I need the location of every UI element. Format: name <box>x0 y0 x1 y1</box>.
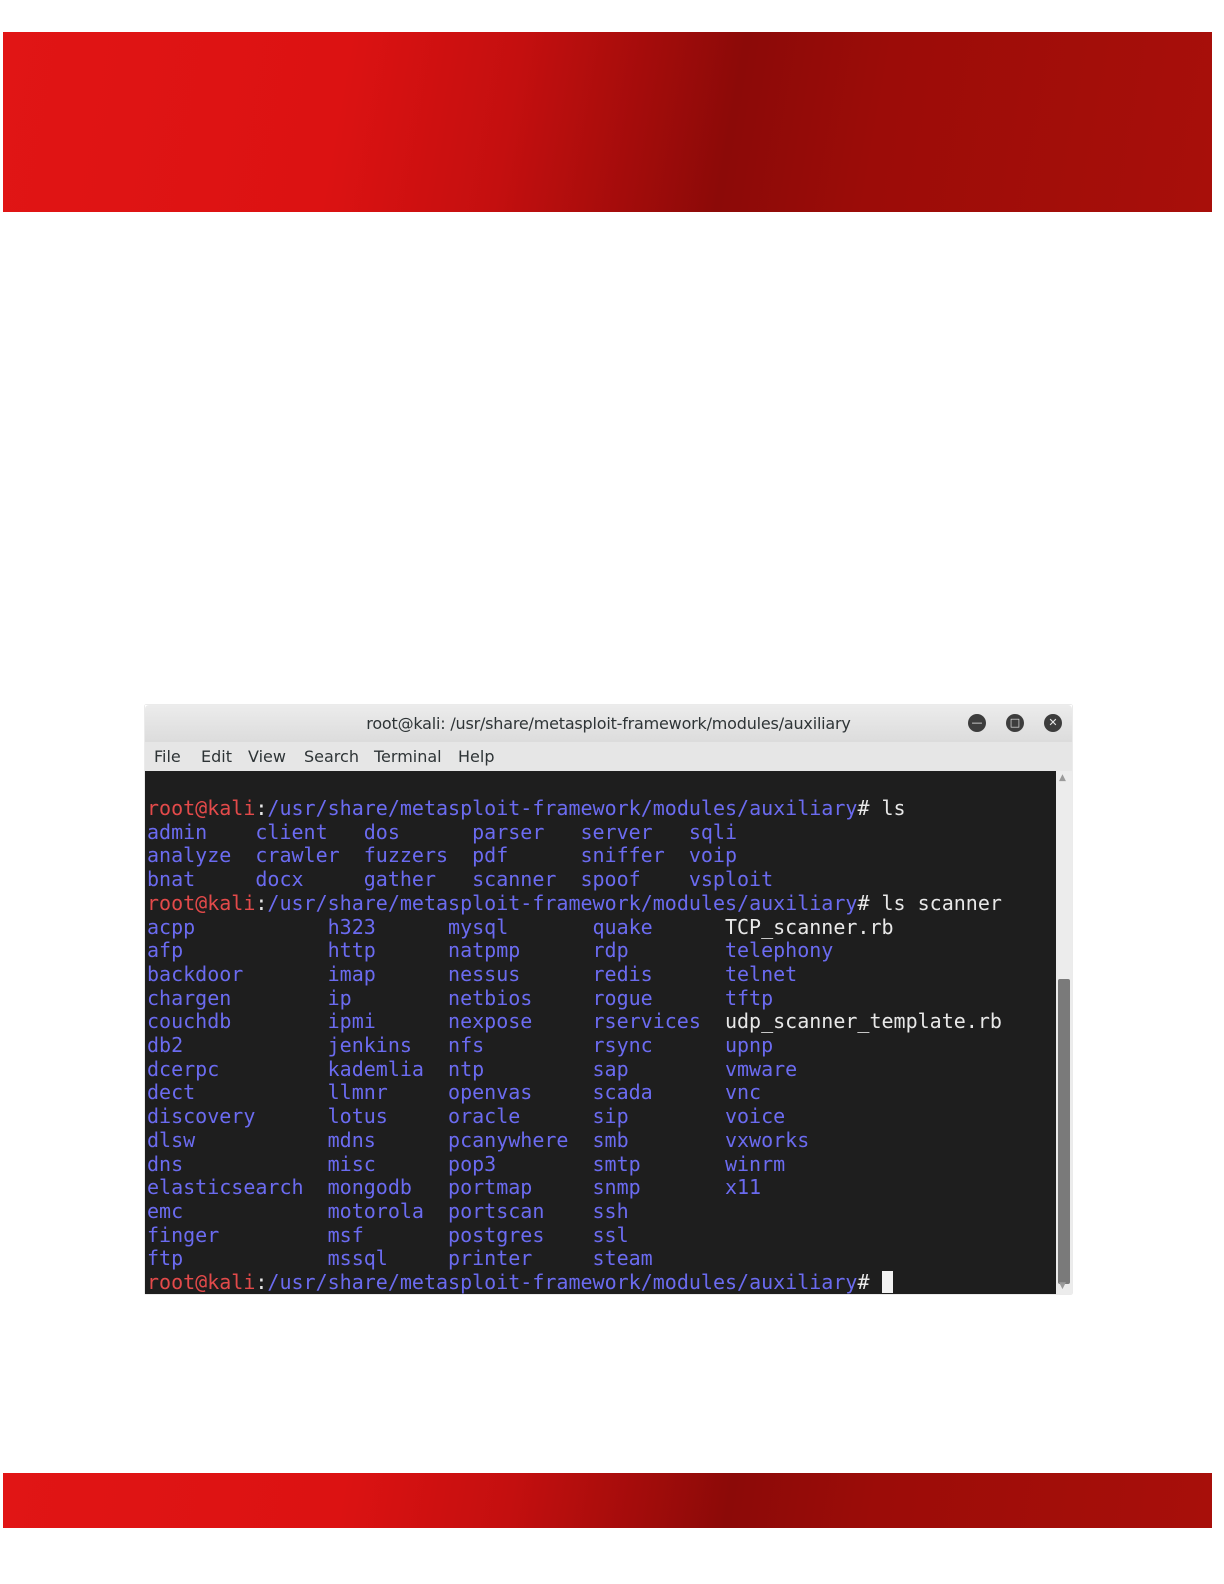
terminal-line: ftp mssql printer steam <box>147 1246 653 1270</box>
output-text: # ls <box>857 796 906 820</box>
terminal-line: couchdb ipmi nexpose rservices udp_scann… <box>147 1009 1002 1033</box>
directory-entry: dcerpc kademlia ntp sap vmware <box>147 1056 798 1081</box>
output-text: TCP_scanner.rb <box>724 914 894 939</box>
directory-entry: afp http natpmp rdp telephony <box>147 938 834 963</box>
terminal-line: bnat docx gather scanner spoof vsploit <box>147 867 773 891</box>
directory-entry: couchdb ipmi nexpose rservices <box>147 1009 725 1034</box>
terminal-line: dlsw mdns pcanywhere smb vxworks <box>147 1128 809 1152</box>
directory-entry: elasticsearch mongodb portmap snmp x11 <box>147 1175 762 1200</box>
terminal-line: dns misc pop3 smtp winrm <box>147 1152 785 1176</box>
footer-banner <box>3 1473 1212 1528</box>
terminal-window[interactable]: root@kali: /usr/share/metasploit-framewo… <box>145 705 1072 1294</box>
terminal-line: root@kali:/usr/share/metasploit-framewor… <box>147 796 906 820</box>
output-text: # ls scanner <box>857 890 1002 915</box>
menu-help[interactable]: Help <box>458 747 494 766</box>
terminal-line: chargen ip netbios rogue tftp <box>147 986 773 1010</box>
terminal-line: root@kali:/usr/share/metasploit-framewor… <box>147 891 1002 915</box>
prompt-user: root@kali <box>147 1270 256 1294</box>
scrollbar[interactable]: ▲ ▼ <box>1056 771 1072 1294</box>
directory-entry: db2 jenkins nfs rsync upnp <box>147 1033 774 1057</box>
directory-entry: dns misc pop3 smtp winrm <box>147 1151 786 1176</box>
menu-bar: File Edit View Search Terminal Help <box>145 742 1072 772</box>
terminal-line: afp http natpmp rdp telephony <box>147 938 833 962</box>
close-icon[interactable]: ✕ <box>1044 714 1062 732</box>
output-text: : <box>255 890 268 915</box>
directory-entry: emc motorola portscan ssh <box>147 1198 629 1223</box>
directory-entry: finger msf postgres ssl <box>147 1222 629 1247</box>
output-text: : <box>255 796 268 820</box>
directory-entry: dect llmnr openvas scada vnc <box>147 1080 762 1105</box>
terminal-line: backdoor imap nessus redis telnet <box>147 962 797 986</box>
directory-entry: discovery lotus oracle sip voice <box>147 1104 786 1129</box>
menu-terminal[interactable]: Terminal <box>374 747 442 766</box>
scroll-thumb[interactable] <box>1058 979 1070 1284</box>
prompt-path: /usr/share/metasploit-framework/modules/… <box>267 890 858 915</box>
terminal-line: discovery lotus oracle sip voice <box>147 1104 785 1128</box>
menu-search[interactable]: Search <box>304 747 359 766</box>
minimize-icon[interactable]: — <box>968 714 986 732</box>
directory-entry: chargen ip netbios rogue tftp <box>147 985 774 1010</box>
prompt-user: root@kali <box>147 796 256 820</box>
text-cursor <box>881 1271 893 1293</box>
directory-entry: acpp h323 mysql quake <box>147 914 725 939</box>
prompt-path: /usr/share/metasploit-framework/modules/… <box>267 1270 858 1294</box>
menu-view[interactable]: View <box>248 747 286 766</box>
terminal-line: elasticsearch mongodb portmap snmp x11 <box>147 1175 761 1199</box>
maximize-icon[interactable]: □ <box>1006 714 1024 732</box>
output-text: # <box>857 1270 882 1294</box>
terminal-line: finger msf postgres ssl <box>147 1223 629 1247</box>
terminal-line: acpp h323 mysql quake TCP_scanner.rb <box>147 915 894 939</box>
output-text: udp_scanner_template.rb <box>724 1009 1002 1034</box>
terminal-line: analyze crawler fuzzers pdf sniffer voip <box>147 843 737 867</box>
scroll-up-icon[interactable]: ▲ <box>1059 773 1066 783</box>
window-title: root@kali: /usr/share/metasploit-framewo… <box>366 714 851 733</box>
prompt-path: /usr/share/metasploit-framework/modules/… <box>267 796 858 820</box>
terminal-line: admin client dos parser server sqli <box>147 820 737 844</box>
menu-edit[interactable]: Edit <box>201 747 232 766</box>
terminal-line: root@kali:/usr/share/metasploit-framewor… <box>147 1270 893 1294</box>
title-bar[interactable]: root@kali: /usr/share/metasploit-framewo… <box>145 705 1072 742</box>
header-banner <box>3 32 1212 212</box>
output-text: : <box>255 1270 268 1294</box>
directory-entry: ftp mssql printer steam <box>147 1246 653 1271</box>
directory-entry: analyze crawler fuzzers pdf sniffer voip <box>147 843 738 868</box>
directory-entry: dlsw mdns pcanywhere smb vxworks <box>147 1127 810 1152</box>
terminal-output[interactable]: root@kali:/usr/share/metasploit-framewor… <box>145 771 1056 1294</box>
prompt-user: root@kali <box>147 890 256 915</box>
terminal-line: db2 jenkins nfs rsync upnp <box>147 1033 773 1057</box>
directory-entry: bnat docx gather scanner spoof vsploit <box>147 867 774 892</box>
terminal-line: dcerpc kademlia ntp sap vmware <box>147 1057 797 1081</box>
terminal-line: dect llmnr openvas scada vnc <box>147 1080 761 1104</box>
directory-entry: admin client dos parser server sqli <box>147 819 738 844</box>
directory-entry: backdoor imap nessus redis telnet <box>147 961 798 986</box>
scroll-down-icon[interactable]: ▼ <box>1059 1281 1066 1291</box>
terminal-line: emc motorola portscan ssh <box>147 1199 629 1223</box>
menu-file[interactable]: File <box>154 747 181 766</box>
